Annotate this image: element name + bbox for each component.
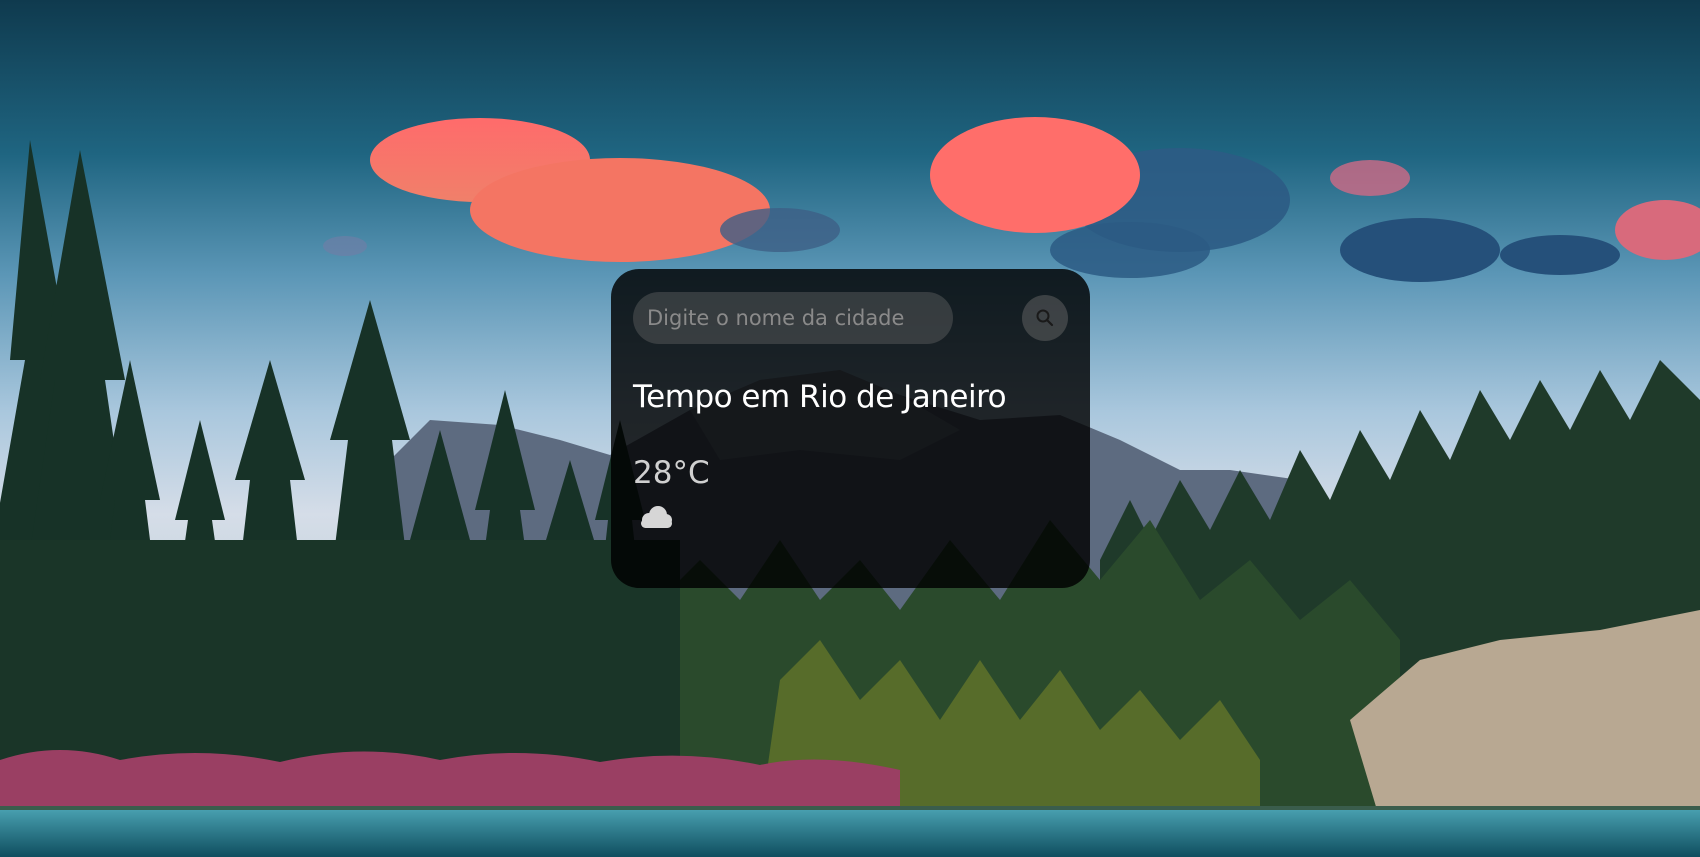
city-search-input[interactable] [633,292,953,344]
cloud-right [1330,160,1700,282]
app-background: Tempo em Rio de Janeiro 28°C [0,0,1700,857]
weather-card: Tempo em Rio de Janeiro 28°C [611,269,1090,588]
city-title: Tempo em Rio de Janeiro [633,379,1007,415]
search-icon [1036,309,1054,327]
cloud-left [323,118,840,262]
lake [0,808,1700,857]
search-button[interactable] [1022,295,1068,341]
search-bar [633,291,1068,345]
temperature-value: 28°C [633,455,710,491]
cloud-icon [641,506,672,528]
cloud-center [930,117,1290,278]
